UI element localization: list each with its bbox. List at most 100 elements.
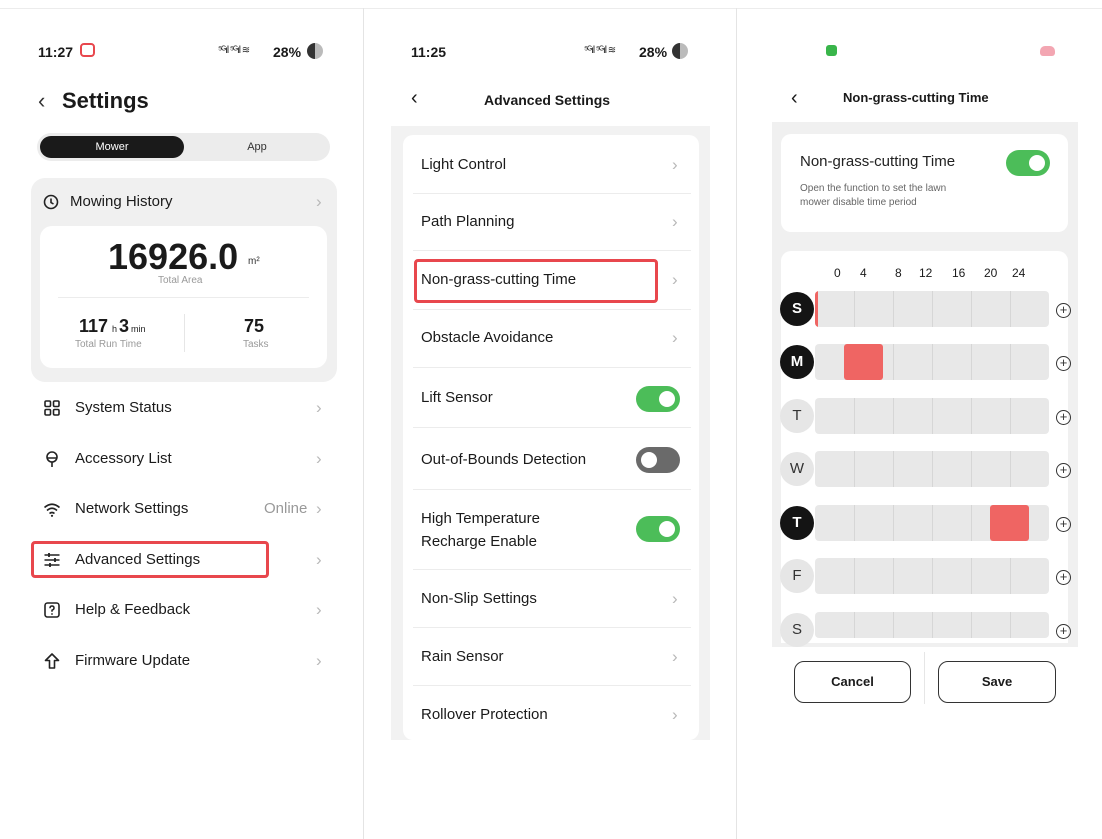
item-label: Lift Sensor [421, 389, 493, 406]
day-toggle[interactable]: T [780, 399, 814, 433]
add-period-icon[interactable]: + [1056, 410, 1071, 425]
day-timeline[interactable] [815, 558, 1049, 594]
day-toggle[interactable]: S [780, 292, 814, 326]
add-period-icon[interactable]: + [1056, 303, 1071, 318]
day-timeline[interactable] [815, 505, 1049, 541]
chevron-right-icon: › [672, 328, 678, 347]
day-toggle[interactable]: M [780, 345, 814, 379]
disabled-time-block[interactable] [815, 291, 818, 327]
add-period-icon[interactable]: + [1056, 624, 1071, 639]
stats-vdivider [184, 314, 185, 352]
help-icon [42, 600, 62, 620]
stats-divider [58, 297, 309, 298]
top-divider [0, 8, 1102, 9]
item-label: Path Planning [421, 213, 515, 230]
back-icon[interactable]: ‹ [38, 89, 45, 113]
day-timeline[interactable] [815, 398, 1049, 434]
day-timeline[interactable] [815, 291, 1049, 327]
hour-label: 24 [1012, 266, 1026, 280]
status-app-icon [1040, 46, 1055, 56]
list-divider [413, 193, 691, 194]
add-period-icon[interactable]: + [1056, 463, 1071, 478]
menu-label: System Status [75, 399, 172, 416]
chevron-right-icon: › [672, 705, 678, 724]
lift-sensor-toggle[interactable] [636, 386, 680, 412]
hour-label: 16 [952, 266, 966, 280]
item-label: Out-of-Bounds Detection [421, 451, 587, 468]
chevron-right-icon: › [316, 651, 322, 670]
panel-divider-2 [736, 8, 737, 839]
list-divider [413, 489, 691, 490]
upload-icon [42, 651, 62, 671]
signal-icon: ⁵ᴳıl ⁵ᴳıl ≋ [584, 45, 616, 56]
item-label: Non-Slip Settings [421, 590, 537, 607]
list-divider [413, 569, 691, 570]
runtime-minutes-unit: min [131, 324, 146, 334]
cancel-button[interactable]: Cancel [794, 661, 911, 703]
status-time: 11:25 [411, 44, 447, 60]
day-toggle[interactable]: T [780, 506, 814, 540]
add-period-icon[interactable]: + [1056, 570, 1071, 585]
menu-label: Accessory List [75, 450, 172, 467]
app-notification-icon [826, 45, 837, 56]
hour-label: 4 [860, 266, 867, 280]
add-period-icon[interactable]: + [1056, 517, 1071, 532]
clock-icon [41, 192, 61, 212]
day-timeline[interactable] [815, 451, 1049, 487]
notification-icon [80, 43, 95, 57]
highlight-box [414, 259, 658, 303]
total-area-label: Total Area [158, 275, 203, 286]
add-period-icon[interactable]: + [1056, 356, 1071, 371]
item-label: Obstacle Avoidance [421, 329, 554, 346]
network-status: Online [264, 500, 308, 517]
signal-icon: ⁵ᴳıl ⁵ᴳıl ≋ [218, 45, 250, 56]
card-title: Non-grass-cutting Time [800, 153, 956, 170]
status-time: 11:27 [38, 44, 74, 60]
disabled-time-block[interactable] [844, 344, 883, 380]
day-toggle[interactable]: W [780, 452, 814, 486]
chevron-right-icon: › [316, 449, 322, 468]
area-unit: m² [248, 256, 260, 267]
save-button[interactable]: Save [938, 661, 1056, 703]
item-label: Light Control [421, 156, 507, 173]
item-label-line1: High Temperature [421, 510, 540, 527]
chevron-right-icon: › [316, 398, 322, 417]
day-toggle[interactable]: F [780, 559, 814, 593]
menu-label: Help & Feedback [75, 601, 191, 618]
chevron-right-icon: › [316, 600, 322, 619]
high-temp-recharge-toggle[interactable] [636, 516, 680, 542]
action-bar-divider [924, 652, 925, 704]
hour-label: 12 [919, 266, 933, 280]
runtime-hours-unit: h [112, 324, 118, 334]
menu-label: Network Settings [75, 500, 189, 517]
battery-icon [307, 43, 323, 59]
list-divider [413, 427, 691, 428]
tab-app[interactable]: App [188, 136, 326, 158]
tab-mower[interactable]: Mower [40, 136, 184, 158]
day-timeline[interactable] [815, 344, 1049, 380]
back-icon[interactable]: ‹ [791, 87, 798, 109]
chevron-right-icon: › [672, 212, 678, 231]
chevron-right-icon: › [672, 589, 678, 608]
back-icon[interactable]: ‹ [411, 87, 418, 109]
chevron-right-icon: › [316, 550, 322, 569]
list-divider [413, 250, 691, 251]
page-title: Non-grass-cutting Time [843, 90, 989, 105]
item-label: Rain Sensor [421, 648, 504, 665]
out-of-bounds-toggle[interactable] [636, 447, 680, 473]
day-toggle[interactable]: S [780, 613, 814, 647]
day-timeline[interactable] [815, 612, 1049, 638]
mowing-history-label: Mowing History [70, 193, 173, 210]
disabled-time-block[interactable] [990, 505, 1029, 541]
list-divider [413, 367, 691, 368]
tasks-label: Tasks [243, 339, 269, 350]
total-run-time-label: Total Run Time [75, 339, 142, 350]
chevron-right-icon: › [316, 499, 322, 518]
chevron-right-icon: › [672, 155, 678, 174]
page-title: Advanced Settings [484, 92, 611, 108]
battery-icon [672, 43, 688, 59]
non-grass-cutting-toggle[interactable] [1006, 150, 1050, 176]
list-divider [413, 627, 691, 628]
item-label-line2: Recharge Enable [421, 533, 537, 550]
wifi-icon [42, 499, 62, 519]
